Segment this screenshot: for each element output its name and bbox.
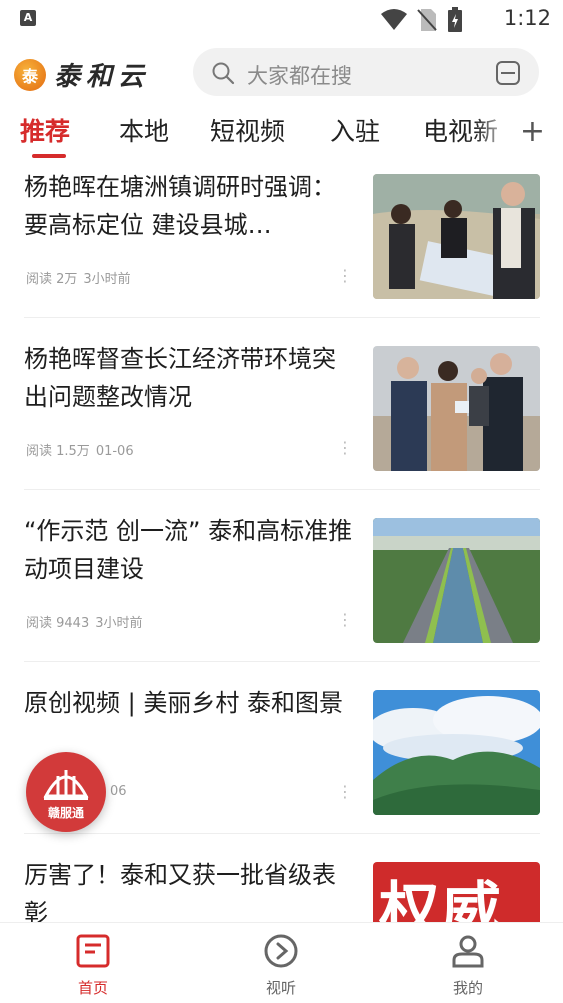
more-options-icon[interactable]: ⋮ (337, 266, 353, 285)
article-thumbnail[interactable] (373, 346, 540, 471)
channel-tabs: 推荐 本地 短视频 入驻 电视新 + (0, 104, 563, 162)
notification-a-icon: A (20, 10, 36, 26)
article-title: 杨艳晖督查长江经济带环境突出问题整改情况 (24, 345, 336, 411)
building-icon (43, 770, 89, 800)
article-meta: 阅读 1.5万 01-06 (26, 440, 140, 459)
article-meta: 阅读 2万 3小时前 (26, 268, 137, 287)
app-logo[interactable]: 泰 泰和云 (14, 56, 150, 93)
article-title: 原创视频 | 美丽乡村 泰和图景 (24, 689, 343, 717)
list-item[interactable]: “作示范 创一流” 泰和高标准推动项目建设 阅读 9443 3小时前 ⋮ (24, 512, 540, 684)
scan-icon[interactable] (495, 60, 521, 86)
publish-time: 01-06 (95, 444, 134, 459)
divider (24, 489, 540, 490)
thumbnail-caption: 权威 (379, 876, 503, 922)
tab-recommend[interactable]: 推荐 (20, 112, 70, 148)
article-thumbnail[interactable] (373, 174, 540, 299)
add-channel-icon[interactable]: + (520, 114, 545, 149)
play-circle-icon (264, 934, 298, 968)
tab-settle-in[interactable]: 入驻 (330, 112, 380, 148)
active-tab-indicator (32, 154, 66, 158)
publish-time: 3小时前 (83, 272, 131, 287)
read-count: 阅读 1.5万 (26, 444, 90, 459)
bottom-navigation: 首页 视听 我的 (0, 922, 563, 1003)
nav-label: 我的 (452, 979, 483, 997)
article-thumbnail[interactable]: 权威 (373, 862, 540, 922)
list-item[interactable]: 杨艳晖在塘洲镇调研时强调：要高标定位 建设县城… 阅读 2万 3小时前 ⋮ (24, 168, 540, 340)
nav-label: 首页 (77, 979, 108, 997)
list-item[interactable]: 原创视频 | 美丽乡村 泰和图景 06 ⋮ (24, 684, 540, 856)
list-item[interactable]: 杨艳晖督查长江经济带环境突出问题整改情况 阅读 1.5万 01-06 ⋮ (24, 340, 540, 512)
floating-service-button[interactable]: 赣服通 (26, 752, 106, 832)
tab-local[interactable]: 本地 (119, 112, 169, 148)
publish-time: 3小时前 (95, 616, 143, 631)
search-bar[interactable]: 大家都在搜 (193, 48, 539, 96)
publish-time: 06 (110, 784, 127, 799)
divider (24, 661, 540, 662)
clock: 1:12 (503, 6, 551, 30)
app-name: 泰和云 (54, 62, 151, 92)
nav-label: 视听 (265, 979, 296, 997)
battery-charging-icon (448, 7, 462, 32)
divider (24, 833, 540, 834)
nav-profile[interactable]: 我的 (428, 933, 508, 998)
nav-media[interactable]: 视听 (241, 933, 321, 998)
tab-short-video[interactable]: 短视频 (210, 112, 285, 148)
article-thumbnail[interactable] (373, 690, 540, 815)
user-icon (452, 935, 484, 968)
home-news-icon (76, 934, 110, 968)
more-options-icon[interactable]: ⋮ (337, 610, 353, 629)
article-title: “作示范 创一流” 泰和高标准推动项目建设 (24, 517, 353, 583)
logo-badge: 泰 (14, 58, 46, 91)
search-placeholder: 大家都在搜 (247, 64, 352, 88)
nav-home[interactable]: 首页 (53, 933, 133, 998)
divider (24, 317, 540, 318)
article-title: 厉害了！泰和又获一批省级表彰 (24, 861, 336, 922)
read-count: 阅读 9443 (26, 616, 90, 631)
more-options-icon[interactable]: ⋮ (337, 438, 353, 457)
app-header: 泰 泰和云 大家都在搜 (0, 44, 563, 100)
tab-fade (475, 104, 515, 162)
no-sim-icon (417, 9, 437, 31)
floating-button-label: 赣服通 (47, 806, 84, 820)
article-thumbnail[interactable] (373, 518, 540, 643)
read-count: 阅读 2万 (26, 272, 78, 287)
article-meta: 阅读 9443 3小时前 (26, 612, 149, 631)
wifi-icon (381, 9, 407, 30)
search-icon (212, 62, 235, 85)
more-options-icon[interactable]: ⋮ (337, 782, 353, 801)
status-bar: A 1:12 (0, 0, 563, 38)
list-item[interactable]: 厉害了！泰和又获一批省级表彰 权威 (24, 856, 540, 922)
article-title: 杨艳晖在塘洲镇调研时强调：要高标定位 建设县城… (24, 173, 336, 239)
